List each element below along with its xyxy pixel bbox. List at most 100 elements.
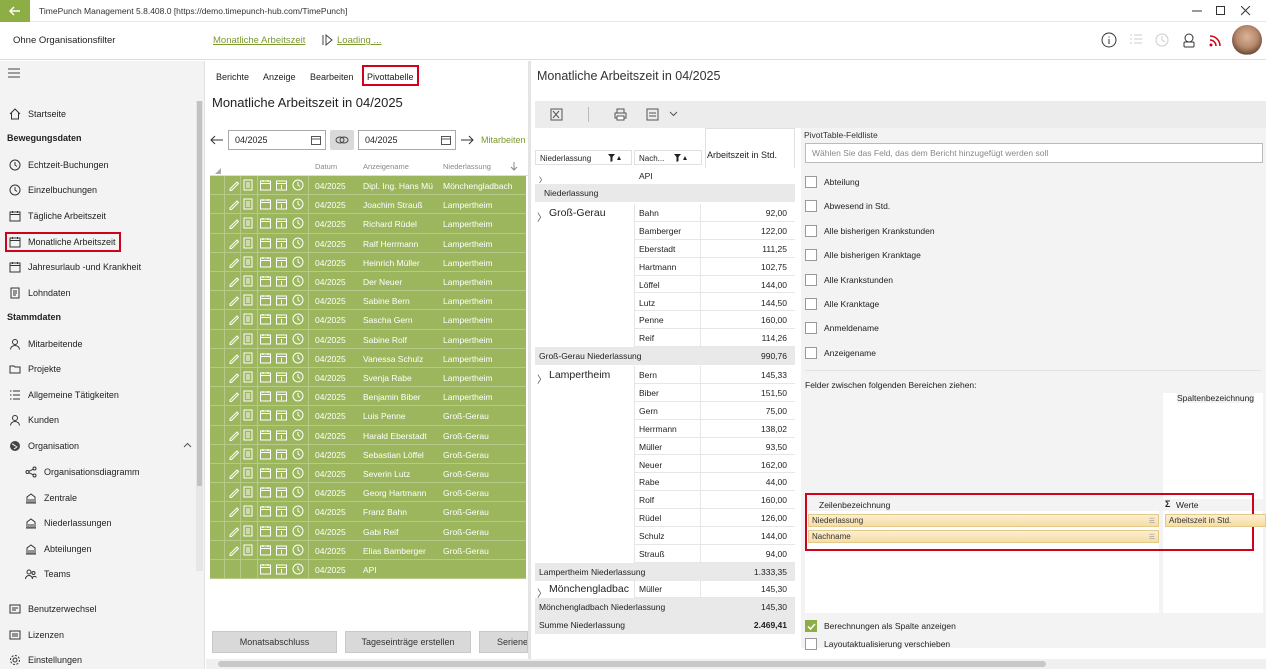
link-toggle-button[interactable] bbox=[330, 130, 354, 150]
sidebar-item-zentrale[interactable]: Zentrale bbox=[0, 487, 195, 509]
document-icon[interactable] bbox=[243, 256, 253, 268]
excel-icon[interactable] bbox=[550, 108, 563, 121]
sidebar-item-tägliche-arbeitszeit[interactable]: Tägliche Arbeitszeit bbox=[0, 205, 195, 227]
calendar-30-icon[interactable] bbox=[260, 333, 271, 345]
col-niederlassung[interactable]: Niederlassung bbox=[443, 162, 491, 171]
horizontal-scrollbar[interactable] bbox=[206, 659, 1266, 669]
table-row[interactable]: 04/2025 Severin Lutz Groß-Gerau bbox=[210, 464, 526, 484]
table-row[interactable]: 04/2025 Heinrich Müller Lampertheim bbox=[210, 252, 526, 272]
filter-nachname[interactable]: Nach... bbox=[634, 150, 702, 165]
edit-icon[interactable] bbox=[228, 371, 239, 383]
document-icon[interactable] bbox=[243, 486, 253, 498]
table-row[interactable]: 04/2025 Sebastian Löffel Groß-Gerau bbox=[210, 444, 526, 464]
calendar-1-icon[interactable] bbox=[276, 563, 287, 575]
clock-icon[interactable] bbox=[292, 217, 304, 229]
prev-arrow-icon[interactable] bbox=[210, 134, 224, 146]
row-chip-nachname[interactable]: Nachname ☰ bbox=[808, 530, 1159, 543]
clock-icon[interactable] bbox=[292, 409, 304, 421]
filter-icon[interactable] bbox=[608, 154, 622, 162]
sidebar-item-echtzeit-buchungen[interactable]: Echtzeit-Buchungen bbox=[0, 154, 195, 176]
close-button[interactable] bbox=[1226, 0, 1266, 22]
history-icon[interactable] bbox=[1153, 31, 1171, 49]
edit-icon[interactable] bbox=[228, 429, 239, 441]
table-row[interactable]: 04/2025 Benjamin Biber Lampertheim bbox=[210, 387, 526, 407]
document-icon[interactable] bbox=[243, 237, 253, 249]
check-calc-columns[interactable]: Berechnungen als Spalte anzeigen bbox=[805, 619, 956, 633]
table-row[interactable]: 04/2025 Joachim Strauß Lampertheim bbox=[210, 195, 526, 215]
calendar-1-icon[interactable] bbox=[276, 429, 287, 441]
document-icon[interactable] bbox=[243, 525, 253, 537]
sidebar-item-allgemeine-tätigkeiten[interactable]: Allgemeine Tätigkeiten bbox=[0, 384, 195, 406]
table-row[interactable]: 04/2025 Harald Eberstadt Groß-Gerau bbox=[210, 425, 526, 445]
edit-icon[interactable] bbox=[228, 333, 239, 345]
clock-icon[interactable] bbox=[292, 525, 304, 537]
clock-icon[interactable] bbox=[292, 544, 304, 556]
calendar-1-icon[interactable] bbox=[276, 237, 287, 249]
calendar-30-icon[interactable] bbox=[260, 275, 271, 287]
date-from-input[interactable]: 04/2025 bbox=[228, 130, 326, 150]
edit-icon[interactable] bbox=[228, 198, 239, 211]
row-chip-niederlassung[interactable]: Niederlassung ☰ bbox=[808, 514, 1159, 527]
sidebar-item-organisationsdiagramm[interactable]: Organisationsdiagramm bbox=[0, 461, 195, 483]
document-icon[interactable] bbox=[243, 505, 253, 517]
checkbox[interactable] bbox=[805, 273, 817, 286]
clock-icon[interactable] bbox=[292, 198, 304, 210]
calendar-1-icon[interactable] bbox=[276, 275, 287, 287]
mitarbeiter-link[interactable]: Mitarbeiten bbox=[481, 135, 526, 145]
col-anzeigename[interactable]: Anzeigename bbox=[363, 162, 409, 171]
monatsabschluss-button[interactable]: Monatsabschluss bbox=[212, 631, 337, 653]
clock-icon[interactable] bbox=[292, 352, 304, 364]
table-row[interactable]: 04/2025 Georg Hartmann Groß-Gerau bbox=[210, 483, 526, 503]
calendar-30-icon[interactable] bbox=[260, 467, 271, 479]
calendar-1-icon[interactable] bbox=[276, 390, 287, 402]
clock-icon[interactable] bbox=[292, 313, 304, 325]
checkbox[interactable] bbox=[805, 298, 817, 310]
calendar-1-icon[interactable] bbox=[276, 294, 287, 306]
calendar-30-icon[interactable] bbox=[260, 256, 271, 268]
table-row[interactable]: 04/2025 Sascha Gern Lampertheim bbox=[210, 310, 526, 330]
calendar-30-icon[interactable] bbox=[260, 429, 271, 441]
sidebar-item-einzelbuchungen[interactable]: Einzelbuchungen bbox=[0, 179, 195, 201]
document-icon[interactable] bbox=[243, 390, 253, 402]
table-row[interactable]: 04/2025 Der Neuer Lampertheim bbox=[210, 272, 526, 292]
sidebar-item-mitarbeitende[interactable]: Mitarbeitende bbox=[0, 333, 195, 355]
checkbox[interactable] bbox=[805, 224, 817, 237]
edit-icon[interactable] bbox=[228, 448, 239, 460]
calendar-1-icon[interactable] bbox=[276, 467, 287, 479]
sidebar-item-teams[interactable]: Teams bbox=[0, 563, 195, 585]
drag-handle-icon[interactable]: ☰ bbox=[1149, 516, 1155, 527]
calendar-1-icon[interactable] bbox=[276, 313, 287, 325]
calendar-1-icon[interactable] bbox=[276, 179, 287, 191]
field-alle-kranktage[interactable]: Alle Kranktage bbox=[805, 296, 879, 312]
pdf-icon[interactable] bbox=[646, 108, 659, 121]
table-row[interactable]: 04/2025 Ralf Herrmann Lampertheim bbox=[210, 233, 526, 253]
calendar-1-icon[interactable] bbox=[276, 448, 287, 460]
clock-icon[interactable] bbox=[292, 448, 304, 460]
next-arrow-icon[interactable] bbox=[460, 134, 474, 146]
sidebar-item-organisation[interactable]: Organisation bbox=[0, 435, 195, 457]
document-icon[interactable] bbox=[243, 544, 253, 556]
calendar-1-icon[interactable] bbox=[276, 198, 287, 210]
sidebar-item-projekte[interactable]: Projekte bbox=[0, 358, 195, 380]
calendar-30-icon[interactable] bbox=[260, 179, 271, 191]
field-anzeigename[interactable]: Anzeigename bbox=[805, 345, 876, 361]
checkbox[interactable] bbox=[805, 176, 817, 188]
edit-icon[interactable] bbox=[228, 544, 239, 556]
edit-icon[interactable] bbox=[228, 217, 239, 230]
value-chip-arbeitszeit[interactable]: Arbeitszeit in Std. bbox=[1165, 514, 1266, 527]
rss-icon[interactable] bbox=[1207, 31, 1225, 49]
sort-down-icon[interactable] bbox=[510, 162, 518, 171]
calendar-icon[interactable] bbox=[441, 135, 451, 145]
calendar-30-icon[interactable] bbox=[260, 486, 271, 498]
clock-icon[interactable] bbox=[292, 294, 304, 306]
calendar-1-icon[interactable] bbox=[276, 333, 287, 345]
calendar-1-icon[interactable] bbox=[276, 486, 287, 498]
calendar-30-icon[interactable] bbox=[260, 237, 271, 249]
field-alle-bisherigen-krankstunden[interactable]: Alle bisherigen Krankstunden bbox=[805, 223, 935, 239]
hamburger-icon[interactable] bbox=[8, 68, 20, 78]
edit-icon[interactable] bbox=[228, 313, 239, 326]
clock-icon[interactable] bbox=[292, 275, 304, 287]
document-icon[interactable] bbox=[243, 409, 253, 421]
document-icon[interactable] bbox=[243, 333, 253, 345]
filter-niederlassung[interactable]: Niederlassung bbox=[535, 150, 632, 165]
